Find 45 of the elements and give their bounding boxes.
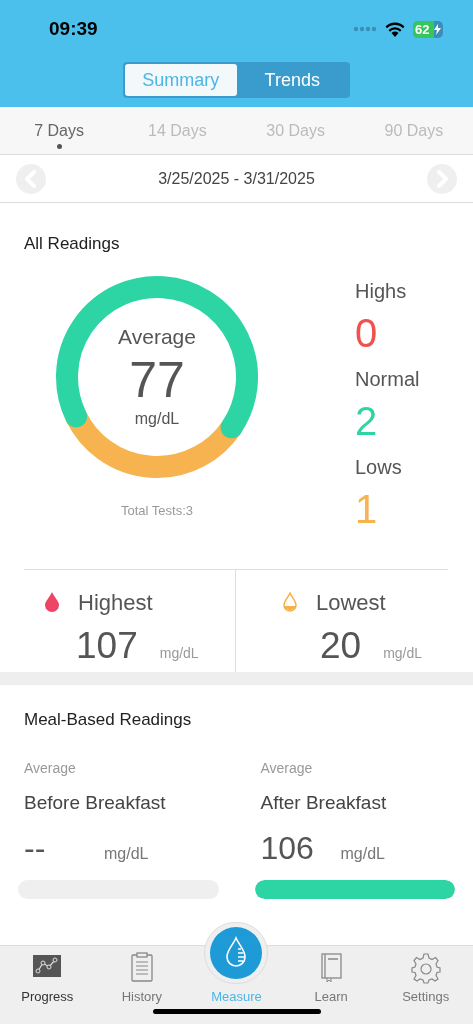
date-range: 3/25/2025 - 3/31/2025 (158, 168, 315, 189)
count-value: 0 (355, 312, 379, 353)
count-label: Normal (355, 368, 420, 389)
drop-icon (210, 926, 263, 979)
average-caption: Average (260, 759, 314, 778)
meal-name: Before Breakfast (24, 791, 167, 815)
count-value: 2 (355, 400, 379, 441)
meal-unit: mg/dL (104, 843, 149, 864)
extreme-unit: mg/dL (159, 643, 199, 663)
meal-value: -- (24, 831, 47, 864)
tab-bar-item[interactable]: Progress (0, 946, 95, 1006)
average-value: 77 (129, 355, 185, 405)
average-label: Average (118, 326, 196, 347)
tab-bar-item[interactable]: Settings (378, 946, 473, 1006)
extreme-label: Highest (78, 588, 153, 617)
wifi-icon (385, 21, 405, 37)
average-caption: Average (24, 759, 77, 778)
extreme-value: 20 (320, 626, 362, 664)
outline-drop-icon (282, 592, 298, 612)
extreme-label: Lowest (316, 588, 386, 617)
average-unit: mg/dL (134, 411, 180, 427)
section-title: Meal-Based Readings (24, 708, 193, 731)
meal-value: 106 (260, 831, 315, 864)
tab-bar-item[interactable]: Learn (283, 946, 379, 1006)
total-tests: Total Tests:3 (121, 501, 193, 520)
view-tab[interactable]: Summary (125, 64, 237, 96)
signal-icon (353, 26, 377, 32)
meal-unit: mg/dL (340, 843, 385, 864)
period-tab[interactable]: 14 Days (118, 107, 237, 154)
drop-icon (44, 592, 60, 612)
period-tab[interactable]: 7 Days (0, 107, 119, 154)
count-value: 1 (355, 488, 379, 529)
battery-icon: 62 (413, 20, 443, 38)
extreme-value: 107 (76, 626, 138, 664)
tab-bar-item[interactable]: History (94, 946, 190, 1006)
section-title: All Readings (24, 233, 121, 255)
count-label: Lows (355, 456, 403, 477)
period-tab[interactable]: 30 Days (236, 107, 355, 154)
status-time: 09:39 (49, 16, 98, 41)
settings-icon (410, 951, 441, 984)
extreme-unit: mg/dL (383, 643, 423, 663)
period-tab[interactable]: 90 Days (354, 107, 473, 154)
count-label: Highs (355, 280, 408, 301)
view-tab[interactable]: Trends (236, 64, 348, 96)
meal-name: After Breakfast (260, 791, 388, 815)
